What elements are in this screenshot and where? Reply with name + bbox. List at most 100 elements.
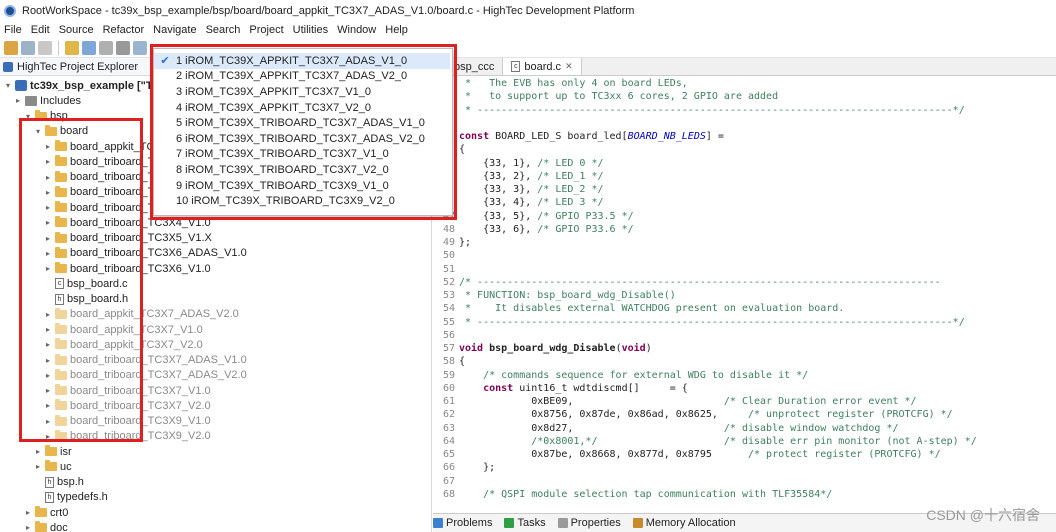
line-number: 63: [442, 422, 455, 434]
menu-source[interactable]: Source: [59, 24, 94, 36]
menu-search[interactable]: Search: [206, 24, 241, 36]
line-number: 64: [442, 435, 455, 447]
bottom-tab-icon: [632, 518, 643, 528]
tree-item-label: isr: [60, 445, 72, 458]
tree-item-label: bsp.h: [57, 476, 84, 488]
expand-arrow-icon[interactable]: ▸: [24, 523, 32, 532]
menu-window[interactable]: Window: [337, 24, 376, 36]
dropdown-trigger-icon[interactable]: [133, 40, 147, 55]
expand-arrow-icon[interactable]: ▸: [14, 96, 22, 105]
bottom-tab-properties[interactable]: Properties: [557, 517, 621, 529]
code-line: 56: [433, 329, 459, 342]
tree-item-label: Includes: [40, 94, 81, 107]
code-line: * to support up to TC3xx 6 cores, 2 GPIO…: [459, 91, 779, 103]
menu-project[interactable]: Project: [249, 24, 283, 36]
expand-arrow-icon[interactable]: ▸: [24, 508, 32, 517]
tree-item[interactable]: h typedefs.h: [34, 490, 108, 505]
build-config-icon[interactable]: [82, 40, 96, 55]
code-line: 64 /*0x8001,*/ /* disable err pin monito…: [433, 435, 977, 448]
line-number: 50: [442, 250, 455, 262]
settings-icon[interactable]: [116, 40, 130, 55]
code-line: 66 };: [433, 461, 495, 474]
folder-icon: [45, 445, 57, 456]
explorer-tab-label: HighTec Project Explorer: [17, 60, 139, 73]
editor-tab-label: bsp_ccc: [454, 60, 495, 73]
app-icon: [4, 5, 16, 17]
tree-item[interactable]: ▸ uc: [34, 459, 72, 474]
menu-file[interactable]: File: [4, 24, 22, 36]
tree-item[interactable]: ▸ doc: [24, 520, 68, 532]
new-icon[interactable]: [4, 40, 18, 55]
save-icon[interactable]: [21, 40, 35, 55]
tree-item[interactable]: ▸ crt0: [24, 505, 68, 520]
build-icon[interactable]: [65, 40, 79, 55]
tree-item-label: doc: [50, 521, 68, 532]
line-number: 58: [442, 356, 455, 368]
tree-item-label: typedefs.h: [57, 491, 108, 504]
folder-icon: [35, 506, 47, 517]
menu-utilities[interactable]: Utilities: [293, 24, 328, 36]
editor-tab-bar: c bsp_ccc cboard.c✕: [433, 58, 1056, 76]
line-number: 67: [442, 475, 455, 487]
code-editor: c bsp_ccc cboard.c✕ * The EVB has only 4 o…: [433, 58, 1056, 513]
line-number: 59: [442, 369, 455, 381]
menu-refactor[interactable]: Refactor: [103, 24, 145, 36]
tree-item[interactable]: h bsp.h: [34, 475, 84, 490]
bottom-tab-label: Problems: [446, 517, 493, 529]
expand-arrow-icon[interactable]: ▸: [34, 462, 42, 471]
highlight-box-tree: [19, 118, 143, 442]
tree-item-label: uc: [60, 460, 72, 473]
line-number: 55: [442, 316, 455, 328]
menu-help[interactable]: Help: [385, 24, 408, 36]
line-number: 48: [442, 223, 455, 235]
bottom-tab-icon: [433, 518, 443, 528]
editor-tab-label: board.c: [524, 60, 562, 73]
menu-navigate[interactable]: Navigate: [153, 24, 196, 36]
code-line: 55 * -----------------------------------…: [433, 316, 965, 329]
clean-icon[interactable]: [99, 40, 113, 55]
explorer-tab-icon: [3, 61, 13, 72]
line-number: 60: [442, 382, 455, 394]
header-file-icon: h: [45, 476, 54, 488]
expand-arrow-icon[interactable]: ▸: [34, 447, 42, 456]
folder-icon: [35, 521, 47, 532]
bottom-tab-icon: [557, 518, 568, 528]
code-line: 68 /* QSPI module selection tap communic…: [433, 488, 832, 501]
c-file-icon: c: [511, 61, 521, 72]
code-line: 50: [433, 249, 459, 262]
bottom-tab-memory-allocation[interactable]: Memory Allocation: [632, 517, 736, 529]
close-tab-icon[interactable]: ✕: [565, 61, 573, 72]
code-line: 62 0x8756, 0x87de, 0x86ad, 0x8625, /* un…: [433, 408, 953, 421]
code-line: 51: [433, 263, 459, 276]
code-line: 59 /* commands sequence for external WDG…: [433, 369, 808, 382]
code-line: 63 0x8d27, /* disable window watchdog */: [433, 422, 899, 435]
tree-item[interactable]: ▸ isr: [34, 444, 72, 459]
expand-arrow-icon[interactable]: ▾: [4, 81, 12, 90]
menu-edit[interactable]: Edit: [31, 24, 50, 36]
bottom-tab-label: Properties: [570, 517, 621, 529]
save-all-icon[interactable]: [38, 40, 52, 55]
line-number: 53: [442, 290, 455, 301]
folder-icon: [45, 460, 57, 472]
code-line: 67: [433, 475, 459, 488]
bottom-tab-problems[interactable]: Problems: [433, 517, 492, 529]
code-line: const BOARD_LED_S board_led[BOARD_NB_LED…: [459, 131, 724, 142]
code-line: {33, 3}, /* LED_2 */: [459, 184, 604, 195]
editor-tab[interactable]: c board.c ✕: [503, 58, 582, 75]
title-bar: RootWorkSpace - tc39x_bsp_example/bsp/bo…: [0, 0, 1056, 22]
bottom-tab-tasks[interactable]: Tasks: [504, 517, 546, 529]
tree-item[interactable]: ▸ Includes: [14, 93, 81, 108]
line-number: 66: [442, 462, 455, 474]
line-number: 68: [442, 488, 455, 500]
code-line: 49};: [433, 236, 471, 249]
line-number: 65: [442, 449, 455, 460]
code-line: * The EVB has only 4 on board LEDs,: [459, 78, 688, 89]
code-line: 58{: [433, 355, 465, 368]
toolbar-separator: [58, 40, 59, 55]
code-line: 65 0x87be, 0x8668, 0x877d, 0x8795 /* pro…: [433, 448, 941, 461]
line-number: 62: [442, 409, 455, 421]
bottom-tab-icon: [504, 518, 515, 528]
code-line: * --------------------------------------…: [459, 104, 965, 116]
line-number: 49: [442, 237, 455, 248]
project-icon: [15, 80, 27, 91]
